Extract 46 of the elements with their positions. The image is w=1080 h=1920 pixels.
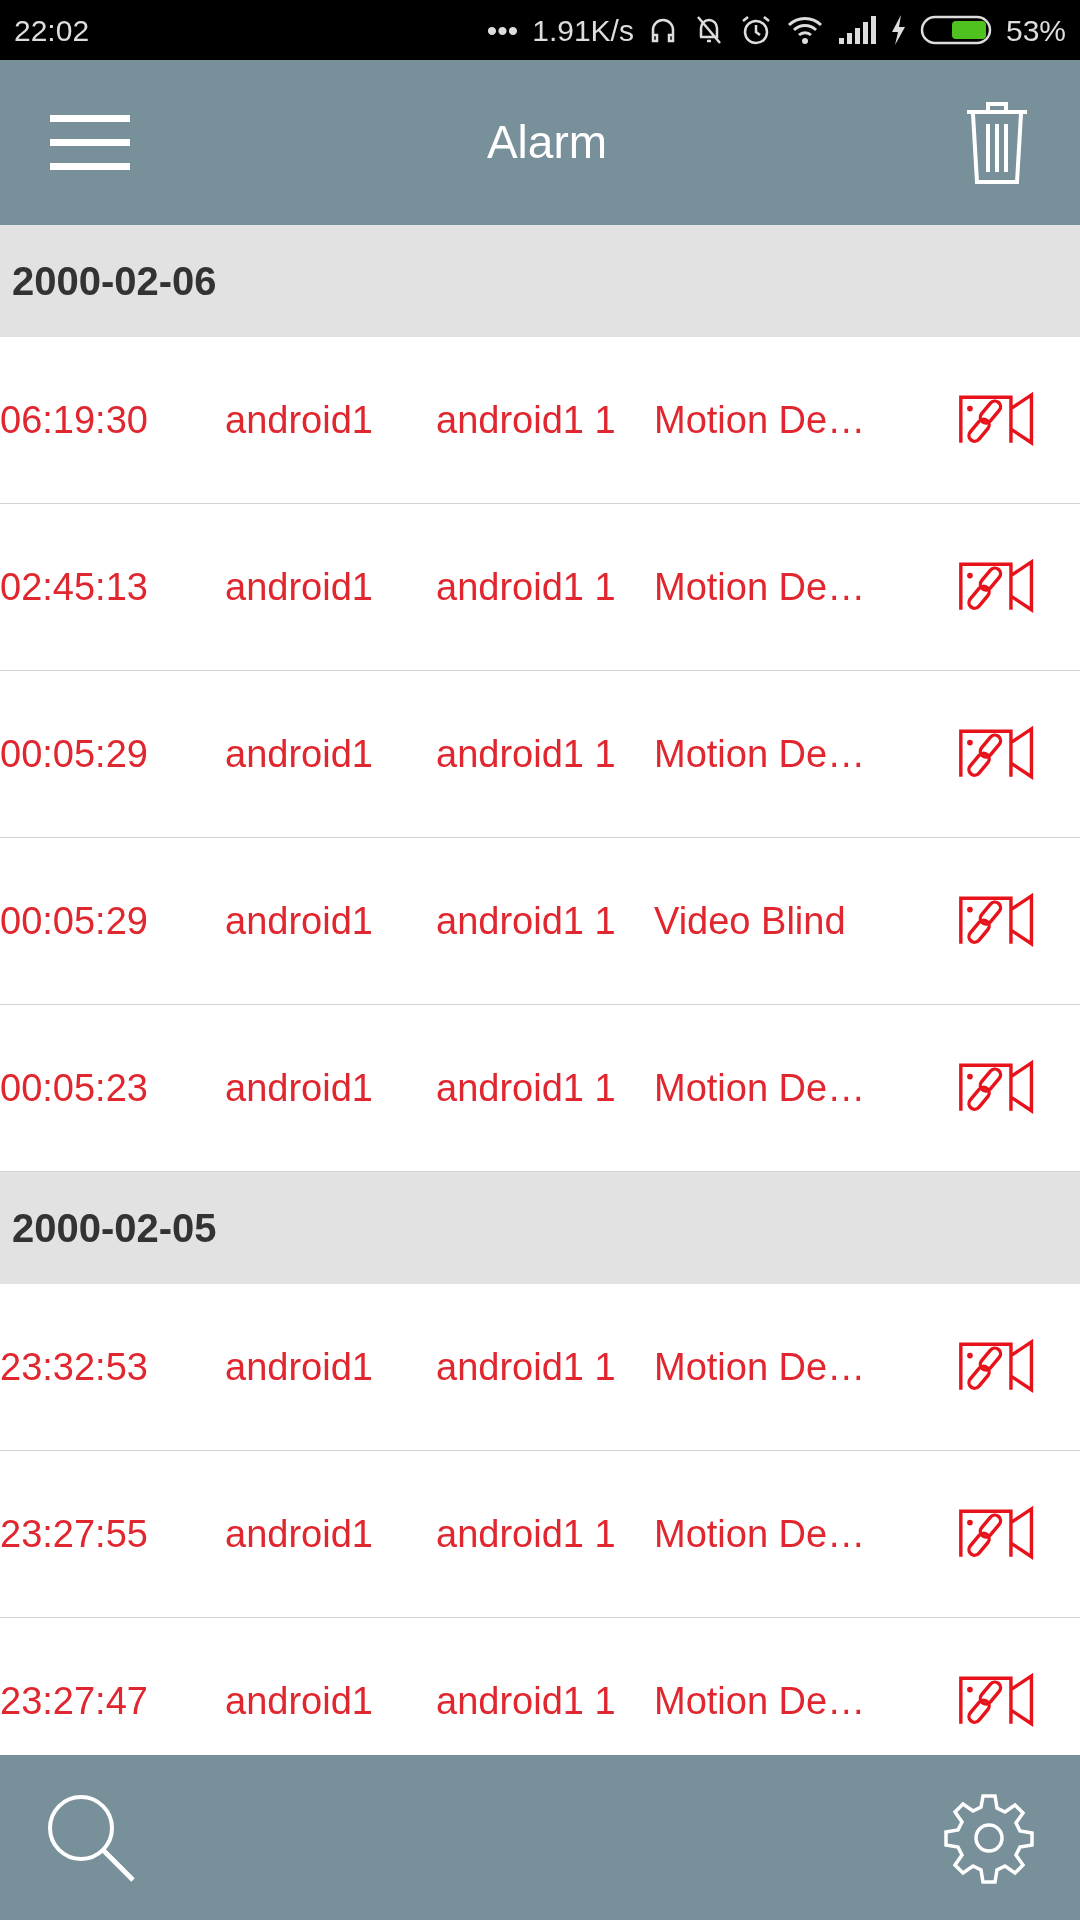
device-name: android1 [225,564,374,610]
alarm-type: Motion De… [654,731,867,777]
alarm-time: 23:27:47 [0,1678,149,1724]
more-dots-text: ••• [486,12,519,49]
device-name: android1 [225,731,374,777]
battery-percent-text: 53% [1005,12,1066,49]
alarm-type: Motion De… [654,1344,867,1390]
settings-icon[interactable] [943,1791,1035,1884]
alarm-type: Video Blind [654,898,847,944]
channel-name: android1 1 [436,564,617,610]
channel-name: android1 1 [436,397,617,443]
device-name: android1 [225,1065,374,1111]
device-name: android1 [225,898,374,944]
trash-icon[interactable] [964,99,1030,186]
alarm-type: Motion De… [654,1065,867,1111]
menu-icon[interactable] [50,114,130,171]
device-name: android1 [225,1344,374,1390]
channel-name: android1 1 [436,731,617,777]
screen-title: Alarm [485,115,609,170]
battery-icon [919,15,992,45]
device-name: android1 [225,397,374,443]
alarm-type: Motion De… [654,1678,867,1724]
channel-name: android1 1 [436,1344,617,1390]
date-header: 2000-02-05 [0,1172,1080,1284]
alarm-type: Motion De… [654,1511,867,1557]
channel-name: android1 1 [436,1065,617,1111]
date-header: 2000-02-06 [0,225,1080,337]
device-name: android1 [225,1511,374,1557]
alarm-time: 00:05:29 [0,898,149,944]
channel-name: android1 1 [436,1511,617,1557]
network-speed-text: 1.91K/s [532,12,634,49]
alarm-time: 00:05:23 [0,1065,149,1111]
alarm-time: 00:05:29 [0,731,149,777]
wifi-icon [785,15,824,45]
charging-icon [889,15,906,45]
alarm-time: 02:45:13 [0,564,149,610]
device-name: android1 [225,1678,374,1724]
alarm-type: Motion De… [654,564,867,610]
signal-icon [837,16,876,44]
alarm-type: Motion De… [654,397,867,443]
channel-name: android1 1 [436,1678,617,1724]
alarm-time: 06:19:30 [0,397,149,443]
alarm-time: 23:32:53 [0,1344,149,1390]
alarm-time: 23:27:55 [0,1511,149,1557]
clock-text: 22:02 [14,12,90,49]
channel-name: android1 1 [436,898,617,944]
